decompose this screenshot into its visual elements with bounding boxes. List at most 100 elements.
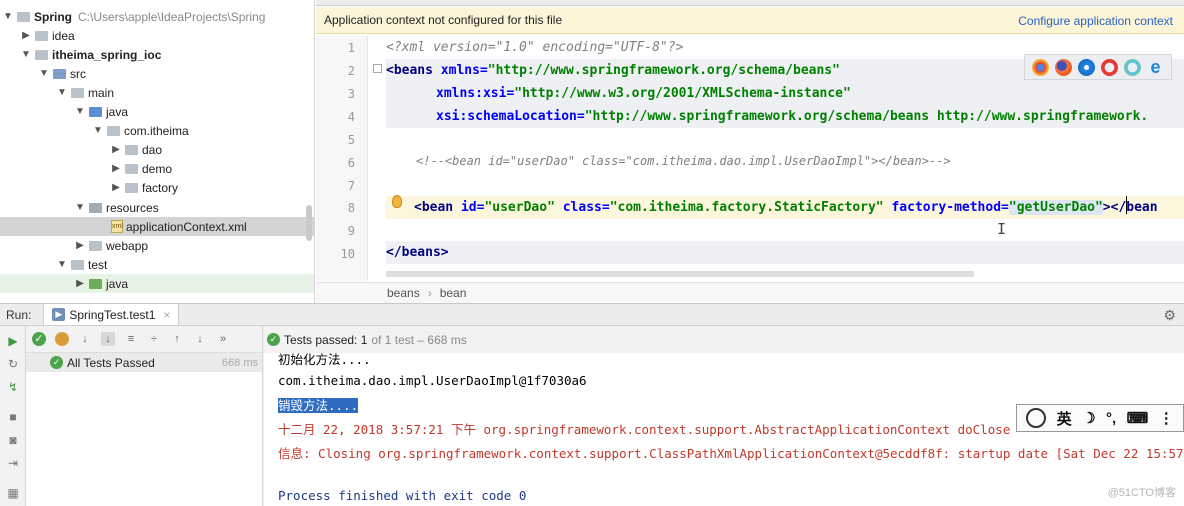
tree-label: test — [88, 257, 108, 272]
layout-icon[interactable]: ▦ — [6, 486, 20, 500]
chevron-right-icon[interactable]: ▶ — [110, 144, 122, 155]
show-ignored-icon[interactable] — [55, 332, 69, 346]
text-caret — [1126, 196, 1127, 214]
tree-item-webapp[interactable]: ▶ webapp — [0, 236, 314, 255]
sort-duration-icon[interactable]: ↓ — [101, 332, 115, 346]
tree-item-test[interactable]: ▼ test — [0, 255, 314, 274]
chevron-down-icon[interactable]: ▼ — [74, 106, 86, 117]
punctuation-icon[interactable]: °, — [1106, 410, 1116, 427]
more-icon[interactable]: » — [216, 332, 230, 346]
tree-scrollbar[interactable] — [306, 205, 312, 241]
toggle-autotest-icon[interactable]: ↯ — [6, 380, 20, 394]
context-banner: Application context not configured for t… — [316, 7, 1184, 34]
line-number: 1 — [347, 41, 355, 55]
ime-logo-icon[interactable] — [1026, 408, 1047, 428]
pass-check-icon: ✓ — [50, 356, 63, 369]
tree-item-test-java[interactable]: ▶ java — [0, 274, 314, 293]
chevron-right-icon[interactable]: ▶ — [20, 30, 32, 41]
stop-icon[interactable]: ■ — [6, 410, 20, 424]
firefox-icon[interactable] — [1055, 58, 1072, 76]
tree-item-main[interactable]: ▼ main — [0, 83, 314, 102]
editor-tab-strip[interactable] — [316, 0, 1184, 6]
chevron-down-icon[interactable]: ▼ — [56, 259, 68, 270]
tree-item-application-context[interactable]: xml applicationContext.xml — [0, 217, 314, 236]
code-line-6: <!--<bean id="userDao" class="com.itheim… — [416, 154, 951, 168]
collapse-all-icon[interactable]: ÷ — [147, 332, 161, 346]
attr-name: id= — [453, 200, 485, 215]
opera-icon[interactable] — [1101, 58, 1118, 76]
test-toolbar: ✓ ↓ ↓ ≡ ÷ ↑ ↓ » — [26, 326, 262, 353]
fold-marker-icon[interactable] — [373, 64, 382, 73]
rerun-icon[interactable]: ▶ — [6, 334, 20, 348]
configure-context-link[interactable]: Configure application context — [1018, 14, 1173, 28]
run-toolbar-vertical: ▶ ↻ ↯ ■ ◙ ⇥ ▦ — [0, 326, 26, 506]
package-icon — [107, 125, 120, 136]
chevron-down-icon[interactable]: ▼ — [92, 125, 104, 136]
expand-all-icon[interactable]: ≡ — [124, 332, 138, 346]
more-icon[interactable]: ⋮ — [1159, 409, 1174, 427]
exit-icon[interactable]: ⇥ — [6, 456, 20, 470]
folder-icon — [35, 30, 48, 41]
tab-springtest[interactable]: ▶ SpringTest.test1 × — [43, 304, 180, 325]
tree-item-demo[interactable]: ▶ demo — [0, 159, 314, 178]
line-number: 4 — [347, 110, 355, 124]
tree-item-com-itheima[interactable]: ▼ com.itheima — [0, 121, 314, 140]
breadcrumb-item-bean[interactable]: bean — [440, 286, 467, 300]
tests-meta: of 1 test – 668 ms — [371, 332, 467, 347]
tree-item-java[interactable]: ▼ java — [0, 102, 314, 121]
tree-item-src[interactable]: ▼ src — [0, 64, 314, 83]
safari-icon[interactable] — [1078, 58, 1095, 76]
horizontal-scrollbar[interactable] — [386, 271, 974, 277]
code-line-1: <?xml version="1.0" encoding="UTF-8"?> — [386, 36, 683, 59]
banner-message: Application context not configured for t… — [324, 13, 563, 27]
sort-alpha-icon[interactable]: ↓ — [78, 332, 92, 346]
code-editor[interactable]: Application context not configured for t… — [316, 0, 1184, 303]
line-number: 6 — [347, 156, 355, 170]
show-passed-icon[interactable]: ✓ — [32, 332, 46, 346]
tree-label: main — [88, 85, 115, 100]
camera-icon[interactable]: ◙ — [6, 433, 20, 447]
chevron-down-icon[interactable]: ▼ — [20, 49, 32, 60]
tree-item-resources[interactable]: ▼ resources — [0, 198, 314, 217]
chevron-right-icon[interactable]: ▶ — [74, 278, 86, 289]
chevron-right-icon[interactable]: ▶ — [110, 182, 122, 193]
test-status-bar: ✓ Tests passed: 1 of 1 test – 668 ms — [263, 326, 1184, 353]
tag-beans-open: <beans — [386, 63, 433, 78]
chevron-down-icon[interactable]: ▼ — [38, 68, 50, 79]
console-line-log: 十二月 22, 2018 3:57:21 下午 org.springframew… — [278, 422, 1011, 437]
attr-value: "http://www.w3.org/2001/XMLSchema-instan… — [514, 86, 851, 101]
arrow-down-icon[interactable]: ↓ — [193, 332, 207, 346]
ie-icon[interactable] — [1124, 58, 1141, 76]
line-gutter: 1 2 3 4 5 6 7 8 9 10 — [316, 35, 368, 281]
tree-item-factory[interactable]: ▶ factory — [0, 178, 314, 197]
beans-close-highlight — [386, 241, 1184, 264]
rerun-failed-icon[interactable]: ↻ — [6, 357, 20, 371]
keyboard-icon[interactable]: ⌨ — [1127, 409, 1149, 427]
chevron-down-icon[interactable]: ▼ — [56, 87, 68, 98]
arrow-up-icon[interactable]: ↑ — [170, 332, 184, 346]
tree-item-idea[interactable]: ▶ idea — [0, 26, 314, 45]
moon-icon[interactable]: ☽ — [1082, 409, 1095, 427]
chevron-down-icon[interactable]: ▼ — [74, 202, 86, 213]
tab-label: SpringTest.test1 — [69, 307, 156, 322]
tree-root-spring[interactable]: ▼ Spring C:\Users\apple\IdeaProjects\Spr… — [0, 7, 314, 26]
chrome-icon[interactable] — [1032, 58, 1049, 76]
tree-label: applicationContext.xml — [126, 219, 247, 234]
tree-item-module[interactable]: ▼ itheima_spring_ioc — [0, 45, 314, 64]
ime-toolbar: 英 ☽ °, ⌨ ⋮ — [1016, 404, 1184, 432]
gear-icon[interactable]: ⚙ — [1163, 307, 1176, 324]
attr-value: "userDao" — [484, 200, 555, 215]
folder-icon — [53, 68, 66, 79]
chevron-right-icon[interactable]: ▶ — [110, 163, 122, 174]
edge-icon[interactable]: e — [1147, 58, 1164, 76]
lightbulb-icon[interactable] — [392, 195, 402, 208]
ime-language[interactable]: 英 — [1057, 408, 1072, 429]
breadcrumb-item-beans[interactable]: beans — [387, 286, 420, 300]
line-number: 2 — [347, 64, 355, 78]
chevron-right-icon[interactable]: ▶ — [74, 240, 86, 251]
all-tests-passed-row[interactable]: ✓ All Tests Passed 668 ms — [26, 353, 262, 372]
run-label: Run: — [6, 307, 32, 322]
tree-item-dao[interactable]: ▶ dao — [0, 140, 314, 159]
chevron-down-icon[interactable]: ▼ — [2, 11, 14, 22]
close-icon[interactable]: × — [163, 308, 170, 322]
